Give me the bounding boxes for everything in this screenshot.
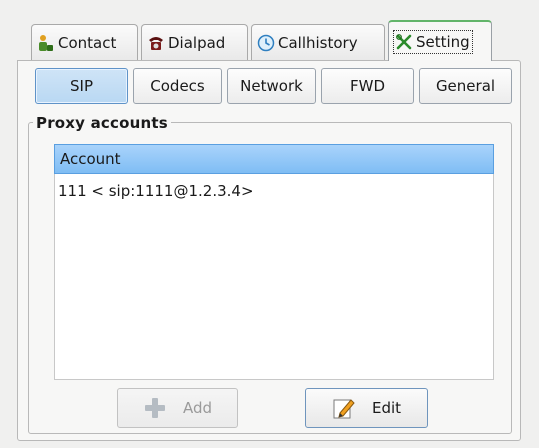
clock-icon <box>256 33 276 53</box>
tab-dialpad[interactable]: Dialpad <box>141 24 248 60</box>
list-item[interactable]: 111 < sip:1111@1.2.3.4> <box>58 180 254 202</box>
subtab-codecs[interactable]: Codecs <box>133 68 222 104</box>
column-header-label: Account <box>60 150 121 168</box>
plus-icon <box>143 396 167 420</box>
subtab-network[interactable]: Network <box>227 68 316 104</box>
account-entry: 111 < sip:1111@1.2.3.4> <box>58 182 254 200</box>
tab-label: Dialpad <box>168 33 226 52</box>
edit-pencil-icon <box>332 396 356 420</box>
tab-callhistory[interactable]: Callhistory <box>251 24 385 60</box>
subtab-general[interactable]: General <box>419 68 512 104</box>
tab-contact[interactable]: Contact <box>31 24 138 60</box>
focus-outline: Setting <box>393 29 473 54</box>
subtab-sip[interactable]: SIP <box>35 68 128 104</box>
telephone-icon <box>146 33 166 53</box>
subtab-label: General <box>435 77 496 95</box>
tab-label: Setting <box>416 32 470 51</box>
column-header-account[interactable]: Account <box>54 144 494 174</box>
tab-setting[interactable]: Setting <box>388 20 492 61</box>
edit-button-label: Edit <box>371 399 402 417</box>
group-title: Proxy accounts <box>33 114 171 132</box>
subtab-label: SIP <box>70 77 93 95</box>
subtab-label: Network <box>240 77 303 95</box>
subtab-label: FWD <box>349 77 385 95</box>
subtab-fwd[interactable]: FWD <box>321 68 414 104</box>
subtab-label: Codecs <box>150 77 205 95</box>
tab-label: Contact <box>58 33 117 52</box>
edit-button[interactable]: Edit <box>305 388 428 428</box>
tab-label: Callhistory <box>278 33 358 52</box>
add-button-label: Add <box>182 399 213 417</box>
contact-icon <box>36 33 56 53</box>
add-button[interactable]: Add <box>117 388 238 428</box>
tools-icon <box>394 32 414 52</box>
